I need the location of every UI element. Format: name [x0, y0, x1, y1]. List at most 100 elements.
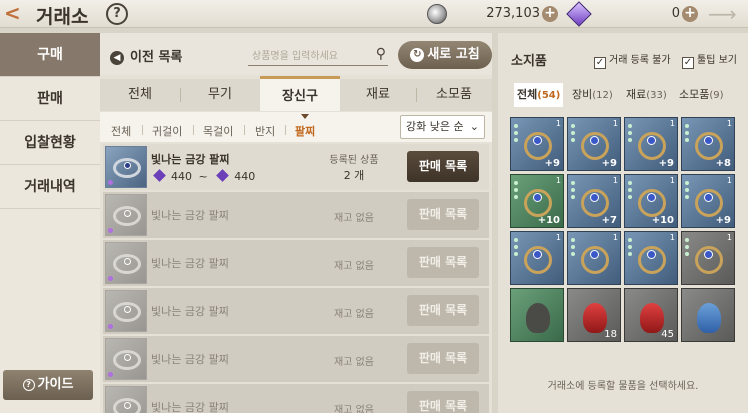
- nav-item-history[interactable]: 거래내역: [0, 165, 100, 209]
- sale-list-button[interactable]: 판매 목록: [407, 247, 479, 278]
- back-circle-icon: ◀: [110, 51, 124, 65]
- inventory-slot[interactable]: 1: [681, 231, 735, 285]
- help-button[interactable]: ?: [106, 3, 128, 25]
- inv-tab-materials[interactable]: 재료(33): [623, 83, 670, 107]
- slot-level: 1: [726, 119, 732, 128]
- item-list: 빛나는 금강 팔찌 440 ~ 440 등록된 상품 2 개 판매 목록 빛나는…: [100, 144, 492, 413]
- inventory-panel: 소지품 ✓ 거래 등록 불가 ✓ 툴팁 보기 전체(54) 장비(12) 재료(33…: [498, 33, 748, 413]
- gem-amount: 0: [671, 6, 680, 21]
- inventory-slot[interactable]: 1 +9: [624, 117, 678, 171]
- inventory-grid: 1 +9 1 +9 1 +9 1 +8 1 +10 1 +7 1 +10 1 +9 1 1 1 1 18 45: [510, 117, 736, 363]
- inv-tab-equipment[interactable]: 장비(12): [569, 83, 616, 107]
- gem-add-button[interactable]: +: [682, 6, 698, 22]
- slot-level: 1: [555, 233, 561, 242]
- left-nav: 구매 판매 입찰현황 거래내역 ? 가이드: [0, 33, 100, 413]
- inventory-slot[interactable]: 1 +10: [624, 174, 678, 228]
- item-status: 재고 없음: [334, 213, 374, 224]
- search-icon[interactable]: ⚲: [376, 46, 386, 62]
- bracelet-icon: [105, 146, 147, 188]
- list-item[interactable]: 빛나는 금강 팔찌 재고 없음 판매 목록: [103, 288, 489, 334]
- nav-item-buy[interactable]: 구매: [0, 33, 100, 77]
- inventory-slot[interactable]: 1 +9: [681, 174, 735, 228]
- slot-enhancement: +9: [715, 215, 731, 226]
- sale-list-button[interactable]: 판매 목록: [407, 295, 479, 326]
- subtab-all[interactable]: 전체: [111, 123, 131, 139]
- tooltip-checkbox[interactable]: ✓ 툴팁 보기: [682, 51, 737, 69]
- inv-tab-consumables[interactable]: 소모품(9): [676, 83, 727, 107]
- tab-consumables[interactable]: 소모품: [416, 79, 492, 111]
- search-box: ⚲: [248, 44, 388, 67]
- checkmark-icon: ✓: [682, 57, 694, 69]
- tab-all[interactable]: 전체: [100, 79, 180, 111]
- silver-coin-icon: [427, 4, 447, 24]
- sale-list-button[interactable]: 판매 목록: [407, 391, 479, 413]
- item-name: 빛나는 금강 팔찌: [151, 209, 229, 222]
- subtab-necklaces[interactable]: 목걸이: [203, 123, 233, 139]
- inventory-slot[interactable]: 1 +10: [510, 174, 564, 228]
- slot-level: 1: [726, 176, 732, 185]
- nav-item-sell[interactable]: 판매: [0, 77, 100, 121]
- item-count: 2 개: [343, 169, 365, 182]
- inv-tab-all[interactable]: 전체(54): [514, 83, 564, 107]
- silver-add-button[interactable]: +: [542, 6, 558, 22]
- list-item[interactable]: 빛나는 금강 팔찌 재고 없음 판매 목록: [103, 384, 489, 413]
- inventory-slot[interactable]: [681, 288, 735, 342]
- page-title: 거래소: [36, 6, 89, 28]
- subtab-divider: [244, 125, 245, 135]
- item-name: 빛나는 금강 팔찌: [151, 257, 229, 270]
- guide-button[interactable]: ? 가이드: [3, 370, 93, 400]
- subtab-earrings[interactable]: 귀걸이: [152, 123, 182, 139]
- list-item[interactable]: 빛나는 금강 팔찌 재고 없음 판매 목록: [103, 240, 489, 286]
- sort-select[interactable]: 강화 낮은 순 ⌄: [400, 115, 485, 139]
- item-name: 빛나는 금강 팔찌: [151, 305, 229, 318]
- inventory-slot[interactable]: 1 +9: [510, 117, 564, 171]
- pot-icon: [526, 303, 550, 333]
- inventory-slot[interactable]: 1 +8: [681, 117, 735, 171]
- tab-weapons[interactable]: 무기: [180, 79, 260, 111]
- inventory-slot[interactable]: 18: [567, 288, 621, 342]
- back-arrow-icon[interactable]: <: [4, 3, 30, 24]
- list-item[interactable]: 빛나는 금강 팔찌 재고 없음 판매 목록: [103, 192, 489, 238]
- unregistrable-checkbox[interactable]: ✓ 거래 등록 불가: [594, 51, 671, 69]
- slot-enhancement: +9: [544, 158, 560, 169]
- sale-list-button[interactable]: 판매 목록: [407, 343, 479, 374]
- inventory-slot[interactable]: 45: [624, 288, 678, 342]
- list-item[interactable]: 빛나는 금강 팔찌 재고 없음 판매 목록: [103, 336, 489, 382]
- slot-enhancement: +8: [715, 158, 731, 169]
- category-tabs: 전체 무기 장신구 재료 소모품: [100, 76, 492, 111]
- sub-category-tabs: 전체 귀걸이 목걸이 반지 팔찌 강화 낮은 순 ⌄: [100, 112, 492, 142]
- item-name: 빛나는 금강 팔찌: [151, 401, 229, 413]
- refresh-button[interactable]: ↻ 새로 고침: [398, 41, 492, 69]
- prev-list-label: 이전 목록: [130, 50, 183, 65]
- tab-materials[interactable]: 재료: [340, 79, 416, 111]
- bracelet-icon: [105, 290, 147, 332]
- subtab-bracelets[interactable]: 팔찌: [295, 123, 315, 139]
- silver-amount: 273,103: [486, 6, 540, 21]
- inventory-slot[interactable]: 1: [624, 231, 678, 285]
- exit-icon[interactable]: ⟶: [708, 4, 738, 24]
- search-input[interactable]: [248, 46, 366, 67]
- slot-quantity: 45: [661, 329, 674, 340]
- prev-list-button[interactable]: ◀ 이전 목록: [110, 46, 182, 65]
- inventory-slot[interactable]: 1 +9: [567, 117, 621, 171]
- inventory-slot[interactable]: 1: [567, 231, 621, 285]
- inventory-slot[interactable]: 1: [510, 231, 564, 285]
- slot-level: 1: [612, 176, 618, 185]
- item-status: 재고 없음: [334, 357, 374, 368]
- nav-item-bids[interactable]: 입찰현황: [0, 121, 100, 165]
- slot-level: 1: [669, 176, 675, 185]
- slot-enhancement: +10: [651, 215, 674, 226]
- subtab-divider: [285, 125, 286, 135]
- checkmark-icon: ✓: [594, 57, 606, 69]
- inventory-slot[interactable]: 1 +7: [567, 174, 621, 228]
- list-item[interactable]: 빛나는 금강 팔찌 440 ~ 440 등록된 상품 2 개 판매 목록: [103, 144, 489, 190]
- item-price: 440 ~ 440: [151, 169, 255, 183]
- sale-list-button[interactable]: 판매 목록: [407, 199, 479, 230]
- bracelet-icon: [105, 194, 147, 236]
- sale-list-button[interactable]: 판매 목록: [407, 151, 479, 182]
- subtab-rings[interactable]: 반지: [255, 123, 275, 139]
- subtab-divider: [142, 125, 143, 135]
- tab-accessories[interactable]: 장신구: [260, 76, 340, 111]
- inventory-slot[interactable]: [510, 288, 564, 342]
- refresh-icon: ↻: [410, 48, 425, 62]
